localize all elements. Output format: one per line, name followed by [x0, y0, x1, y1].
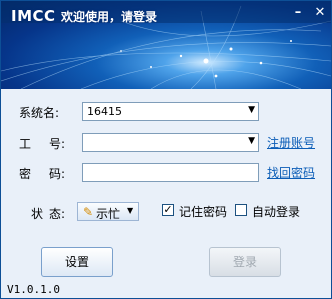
password-label: 密 码:	[19, 165, 65, 182]
login-window: IMCC 欢迎使用，请登录 – ✕ 系统名: 16415 ▼ 工 号: ▼ 注册账…	[0, 0, 332, 299]
worker-id-label: 工 号:	[19, 135, 65, 152]
status-label: 状态:	[31, 205, 65, 222]
auto-login-label[interactable]: 自动登录	[252, 203, 300, 220]
close-icon[interactable]: ✕	[311, 5, 329, 21]
register-account-link[interactable]: 注册账号	[267, 134, 315, 151]
version-label: V1.0.1.0	[7, 283, 60, 296]
status-value: 示忙	[96, 207, 121, 221]
remember-password-checkbox[interactable]: ✓	[162, 204, 174, 216]
status-label-part2: 态:	[49, 207, 66, 221]
app-logo: IMCC	[11, 7, 56, 25]
password-label-part2: 码:	[49, 167, 66, 181]
status-label-part1: 状	[31, 207, 44, 221]
dropdown-arrow-icon[interactable]: ▼	[248, 136, 255, 146]
dropdown-arrow-icon[interactable]: ▼	[248, 105, 255, 115]
system-name-label: 系统名:	[19, 106, 60, 120]
status-dropdown[interactable]: ✎ 示忙 ▼	[77, 202, 139, 221]
worker-id-combobox[interactable]: ▼	[82, 133, 259, 152]
system-name-value: 16415	[87, 105, 122, 118]
pencil-icon: ✎	[83, 205, 94, 219]
chevron-down-icon: ▼	[127, 206, 134, 215]
settings-button[interactable]: 设置	[41, 247, 113, 277]
window-title: 欢迎使用，请登录	[61, 10, 158, 24]
recover-password-link[interactable]: 找回密码	[267, 164, 315, 181]
minimize-icon[interactable]: –	[289, 5, 307, 21]
system-name-combobox[interactable]: 16415 ▼	[82, 102, 259, 121]
auto-login-checkbox[interactable]	[235, 204, 247, 216]
login-button[interactable]: 登录	[209, 247, 281, 277]
password-input[interactable]	[82, 163, 259, 182]
remember-password-label[interactable]: 记住密码	[179, 203, 227, 220]
worker-id-label-part1: 工	[19, 137, 32, 151]
header-banner: IMCC 欢迎使用，请登录 – ✕	[1, 1, 331, 89]
worker-id-label-part2: 号:	[49, 137, 66, 151]
password-label-part1: 密	[19, 167, 32, 181]
